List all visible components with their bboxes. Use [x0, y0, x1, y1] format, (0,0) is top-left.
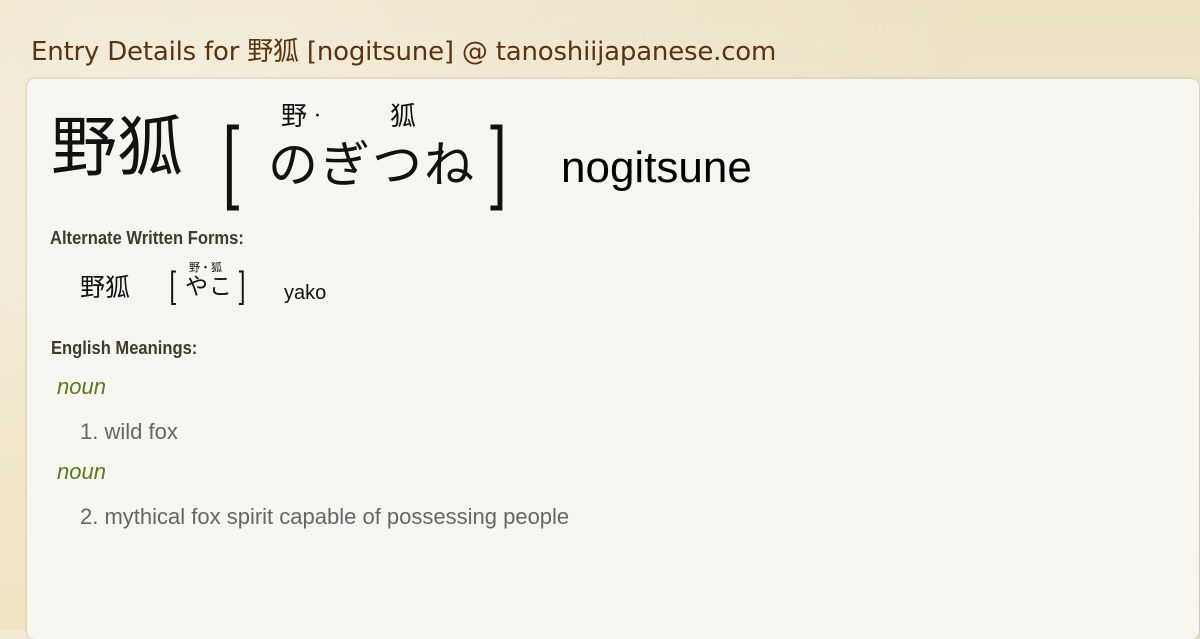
alternate-form-close-bracket: ] — [237, 265, 246, 309]
part-of-speech-label: noun — [57, 459, 106, 484]
english-meanings-heading: English Meanings: — [51, 338, 198, 358]
entry-kanji: 野狐 — [51, 109, 183, 186]
alternate-form-open-bracket: [ — [169, 265, 178, 309]
furigana-second: 狐 — [390, 102, 417, 132]
alternate-form-romaji: yako — [284, 282, 327, 304]
alternate-form-furigana: 野・狐 — [189, 261, 222, 274]
page-title: Entry Details for 野狐 [nogitsune] @ tanos… — [31, 37, 777, 67]
alternate-form-kanji: 野狐 — [80, 273, 131, 302]
reading-close-bracket: ] — [486, 109, 508, 221]
entry-romaji: nogitsune — [561, 143, 752, 192]
meaning-item: 2. mythical fox spirit capable of posses… — [80, 504, 570, 529]
furigana-separator: · — [314, 104, 321, 129]
meaning-item: 1. wild fox — [80, 419, 178, 444]
alternate-form-kana: やこ — [185, 274, 233, 300]
entry-kana-reading: のぎつね — [268, 136, 476, 194]
alternate-forms-heading: Alternate Written Forms: — [50, 228, 244, 248]
reading-open-bracket: [ — [222, 109, 244, 221]
furigana-first: 野 — [281, 102, 308, 132]
part-of-speech-label: noun — [57, 374, 106, 399]
